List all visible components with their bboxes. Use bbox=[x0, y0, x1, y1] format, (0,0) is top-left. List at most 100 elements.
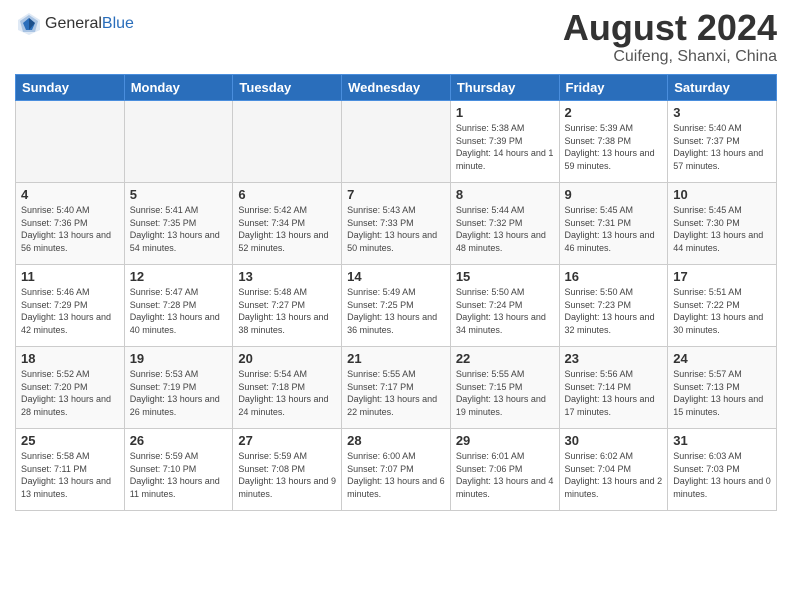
calendar-week-5: 25 Sunrise: 5:58 AM Sunset: 7:11 PM Dayli… bbox=[16, 429, 777, 511]
day-number: 29 bbox=[456, 433, 554, 448]
day-number: 20 bbox=[238, 351, 336, 366]
calendar-cell: 15 Sunrise: 5:50 AM Sunset: 7:24 PM Dayli… bbox=[450, 265, 559, 347]
calendar-cell: 13 Sunrise: 5:48 AM Sunset: 7:27 PM Dayli… bbox=[233, 265, 342, 347]
day-info: Sunrise: 5:38 AM Sunset: 7:39 PM Dayligh… bbox=[456, 122, 554, 172]
day-info: Sunrise: 5:55 AM Sunset: 7:15 PM Dayligh… bbox=[456, 368, 554, 418]
day-info: Sunrise: 5:52 AM Sunset: 7:20 PM Dayligh… bbox=[21, 368, 119, 418]
day-info: Sunrise: 5:57 AM Sunset: 7:13 PM Dayligh… bbox=[673, 368, 771, 418]
calendar-cell: 1 Sunrise: 5:38 AM Sunset: 7:39 PM Daylig… bbox=[450, 101, 559, 183]
calendar-cell: 23Sunrise: 5:56 AM Sunset: 7:14 PM Dayli… bbox=[559, 347, 668, 429]
day-number: 12 bbox=[130, 269, 228, 284]
calendar-cell: 8Sunrise: 5:44 AM Sunset: 7:32 PM Daylig… bbox=[450, 183, 559, 265]
month-year: August 2024 bbox=[563, 10, 777, 46]
day-info: Sunrise: 5:58 AM Sunset: 7:11 PM Dayligh… bbox=[21, 450, 119, 500]
day-info: Sunrise: 5:59 AM Sunset: 7:10 PM Dayligh… bbox=[130, 450, 228, 500]
calendar-cell: 9 Sunrise: 5:45 AM Sunset: 7:31 PM Daylig… bbox=[559, 183, 668, 265]
calendar-table: Sunday Monday Tuesday Wednesday Thursday… bbox=[15, 74, 777, 511]
day-number: 17 bbox=[673, 269, 771, 284]
page-container: GeneralBlue August 2024 Cuifeng, Shanxi,… bbox=[0, 0, 792, 612]
day-info: Sunrise: 5:40 AM Sunset: 7:37 PM Dayligh… bbox=[673, 122, 771, 172]
day-number: 10 bbox=[673, 187, 771, 202]
col-tuesday: Tuesday bbox=[233, 75, 342, 101]
day-number: 26 bbox=[130, 433, 228, 448]
calendar-cell: 16 Sunrise: 5:50 AM Sunset: 7:23 PM Dayli… bbox=[559, 265, 668, 347]
calendar-cell: 31 Sunrise: 6:03 AM Sunset: 7:03 PM Dayli… bbox=[668, 429, 777, 511]
day-number: 6 bbox=[238, 187, 336, 202]
logo-text: GeneralBlue bbox=[45, 15, 134, 33]
day-number: 13 bbox=[238, 269, 336, 284]
day-info: Sunrise: 5:48 AM Sunset: 7:27 PM Dayligh… bbox=[238, 286, 336, 336]
calendar-cell: 29Sunrise: 6:01 AM Sunset: 7:06 PM Dayli… bbox=[450, 429, 559, 511]
day-info: Sunrise: 6:03 AM Sunset: 7:03 PM Dayligh… bbox=[673, 450, 771, 500]
calendar-header-row: Sunday Monday Tuesday Wednesday Thursday… bbox=[16, 75, 777, 101]
calendar-week-2: 4 Sunrise: 5:40 AM Sunset: 7:36 PM Daylig… bbox=[16, 183, 777, 265]
calendar-cell bbox=[342, 101, 451, 183]
day-info: Sunrise: 5:41 AM Sunset: 7:35 PM Dayligh… bbox=[130, 204, 228, 254]
logo-icon bbox=[15, 10, 43, 38]
day-number: 27 bbox=[238, 433, 336, 448]
calendar-cell: 3 Sunrise: 5:40 AM Sunset: 7:37 PM Daylig… bbox=[668, 101, 777, 183]
day-info: Sunrise: 5:46 AM Sunset: 7:29 PM Dayligh… bbox=[21, 286, 119, 336]
calendar-cell: 14 Sunrise: 5:49 AM Sunset: 7:25 PM Dayli… bbox=[342, 265, 451, 347]
day-info: Sunrise: 5:59 AM Sunset: 7:08 PM Dayligh… bbox=[238, 450, 336, 500]
day-info: Sunrise: 5:47 AM Sunset: 7:28 PM Dayligh… bbox=[130, 286, 228, 336]
calendar-cell: 4 Sunrise: 5:40 AM Sunset: 7:36 PM Daylig… bbox=[16, 183, 125, 265]
calendar-week-3: 11 Sunrise: 5:46 AM Sunset: 7:29 PM Dayli… bbox=[16, 265, 777, 347]
calendar-cell: 10 Sunrise: 5:45 AM Sunset: 7:30 PM Dayli… bbox=[668, 183, 777, 265]
calendar-cell: 6 Sunrise: 5:42 AM Sunset: 7:34 PM Daylig… bbox=[233, 183, 342, 265]
calendar-cell: 17 Sunrise: 5:51 AM Sunset: 7:22 PM Dayli… bbox=[668, 265, 777, 347]
day-number: 4 bbox=[21, 187, 119, 202]
calendar-cell: 18Sunrise: 5:52 AM Sunset: 7:20 PM Dayli… bbox=[16, 347, 125, 429]
page-header: GeneralBlue August 2024 Cuifeng, Shanxi,… bbox=[15, 10, 777, 66]
day-number: 16 bbox=[565, 269, 663, 284]
day-number: 30 bbox=[565, 433, 663, 448]
logo-general-text: General bbox=[45, 15, 102, 32]
calendar-cell bbox=[233, 101, 342, 183]
day-info: Sunrise: 5:49 AM Sunset: 7:25 PM Dayligh… bbox=[347, 286, 445, 336]
day-info: Sunrise: 5:40 AM Sunset: 7:36 PM Dayligh… bbox=[21, 204, 119, 254]
day-info: Sunrise: 5:53 AM Sunset: 7:19 PM Dayligh… bbox=[130, 368, 228, 418]
calendar-cell: 12 Sunrise: 5:47 AM Sunset: 7:28 PM Dayli… bbox=[124, 265, 233, 347]
day-number: 3 bbox=[673, 105, 771, 120]
day-number: 19 bbox=[130, 351, 228, 366]
calendar-cell: 5Sunrise: 5:41 AM Sunset: 7:35 PM Daylig… bbox=[124, 183, 233, 265]
col-friday: Friday bbox=[559, 75, 668, 101]
logo: GeneralBlue bbox=[15, 10, 134, 38]
calendar-cell bbox=[16, 101, 125, 183]
day-info: Sunrise: 6:02 AM Sunset: 7:04 PM Dayligh… bbox=[565, 450, 663, 500]
calendar-cell: 26 Sunrise: 5:59 AM Sunset: 7:10 PM Dayli… bbox=[124, 429, 233, 511]
day-number: 31 bbox=[673, 433, 771, 448]
day-info: Sunrise: 5:55 AM Sunset: 7:17 PM Dayligh… bbox=[347, 368, 445, 418]
day-info: Sunrise: 5:45 AM Sunset: 7:31 PM Dayligh… bbox=[565, 204, 663, 254]
day-number: 22 bbox=[456, 351, 554, 366]
title-area: August 2024 Cuifeng, Shanxi, China bbox=[563, 10, 777, 66]
day-info: Sunrise: 5:50 AM Sunset: 7:23 PM Dayligh… bbox=[565, 286, 663, 336]
day-number: 11 bbox=[21, 269, 119, 284]
calendar-cell: 27 Sunrise: 5:59 AM Sunset: 7:08 PM Dayli… bbox=[233, 429, 342, 511]
day-info: Sunrise: 5:50 AM Sunset: 7:24 PM Dayligh… bbox=[456, 286, 554, 336]
day-number: 1 bbox=[456, 105, 554, 120]
day-number: 9 bbox=[565, 187, 663, 202]
calendar-week-4: 18Sunrise: 5:52 AM Sunset: 7:20 PM Dayli… bbox=[16, 347, 777, 429]
day-info: Sunrise: 5:42 AM Sunset: 7:34 PM Dayligh… bbox=[238, 204, 336, 254]
calendar-week-1: 1 Sunrise: 5:38 AM Sunset: 7:39 PM Daylig… bbox=[16, 101, 777, 183]
calendar-cell: 20Sunrise: 5:54 AM Sunset: 7:18 PM Dayli… bbox=[233, 347, 342, 429]
day-number: 2 bbox=[565, 105, 663, 120]
location: Cuifeng, Shanxi, China bbox=[563, 48, 777, 66]
day-number: 28 bbox=[347, 433, 445, 448]
day-number: 7 bbox=[347, 187, 445, 202]
col-saturday: Saturday bbox=[668, 75, 777, 101]
calendar-cell: 11 Sunrise: 5:46 AM Sunset: 7:29 PM Dayli… bbox=[16, 265, 125, 347]
day-info: Sunrise: 5:45 AM Sunset: 7:30 PM Dayligh… bbox=[673, 204, 771, 254]
day-number: 25 bbox=[21, 433, 119, 448]
calendar-cell: 21 Sunrise: 5:55 AM Sunset: 7:17 PM Dayli… bbox=[342, 347, 451, 429]
calendar-cell: 2Sunrise: 5:39 AM Sunset: 7:38 PM Daylig… bbox=[559, 101, 668, 183]
day-number: 14 bbox=[347, 269, 445, 284]
day-info: Sunrise: 5:51 AM Sunset: 7:22 PM Dayligh… bbox=[673, 286, 771, 336]
day-number: 23 bbox=[565, 351, 663, 366]
calendar-cell: 30 Sunrise: 6:02 AM Sunset: 7:04 PM Dayli… bbox=[559, 429, 668, 511]
day-number: 15 bbox=[456, 269, 554, 284]
day-number: 21 bbox=[347, 351, 445, 366]
calendar-cell: 25 Sunrise: 5:58 AM Sunset: 7:11 PM Dayli… bbox=[16, 429, 125, 511]
day-number: 24 bbox=[673, 351, 771, 366]
